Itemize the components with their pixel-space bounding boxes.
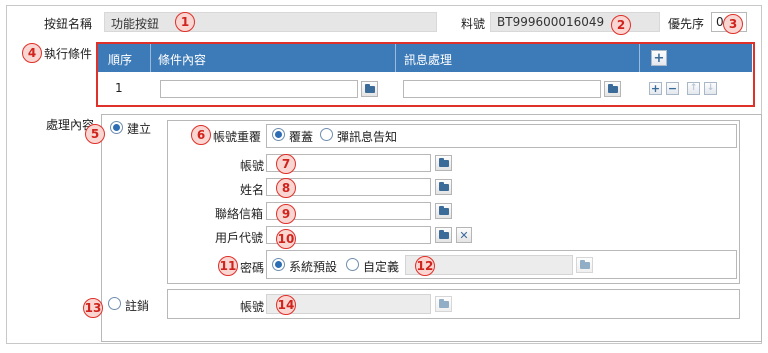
part-no-field: BT999600016049 xyxy=(490,12,660,32)
col-seq: 順序 xyxy=(108,53,133,67)
button-name-field: 功能按鈕 xyxy=(104,12,437,32)
folder-icon xyxy=(438,181,449,191)
callout-11: 11 xyxy=(218,256,238,276)
overwrite-radio[interactable] xyxy=(272,128,285,141)
create-label: 建立 xyxy=(127,122,152,136)
cancel-account-label: 帳號 xyxy=(240,300,265,314)
callout-6: 6 xyxy=(191,125,211,145)
clear-icon[interactable]: ✕ xyxy=(456,227,472,243)
condition-browse-button[interactable] xyxy=(361,81,378,97)
callout-13: 13 xyxy=(83,298,103,318)
account-browse-button[interactable] xyxy=(435,155,452,171)
duplicate-label: 帳號重覆 xyxy=(213,130,262,144)
grid-header: 順序 條件內容 訊息處理 + xyxy=(98,44,752,72)
col-message: 訊息處理 xyxy=(404,53,453,67)
priority-label: 優先序 xyxy=(668,17,705,31)
conditions-label: 執行條件 xyxy=(44,47,93,61)
system-default-label: 系統預設 xyxy=(289,260,338,274)
cancel-account-browse-button[interactable] xyxy=(435,296,452,312)
folder-icon xyxy=(438,205,449,215)
callout-2: 2 xyxy=(611,15,631,35)
row-add-icon[interactable]: + xyxy=(649,82,662,95)
part-no-label: 料號 xyxy=(461,17,486,31)
col-divider xyxy=(150,44,151,72)
callout-4: 4 xyxy=(22,43,42,63)
name-label: 姓名 xyxy=(240,183,265,197)
move-down-icon[interactable]: ↓ xyxy=(704,82,717,95)
user-code-label: 用戶代號 xyxy=(215,231,264,245)
account-label: 帳號 xyxy=(240,159,265,173)
folder-icon xyxy=(438,229,449,239)
password-browse-button[interactable] xyxy=(576,257,593,273)
callout-8: 8 xyxy=(276,178,296,198)
system-default-radio[interactable] xyxy=(272,258,285,271)
row-seq: 1 xyxy=(115,81,123,95)
row-remove-icon[interactable]: − xyxy=(666,82,679,95)
cancel-radio[interactable] xyxy=(108,297,121,310)
col-divider xyxy=(639,44,640,72)
col-divider xyxy=(395,44,396,72)
user-code-browse-button[interactable] xyxy=(435,227,452,243)
name-browse-button[interactable] xyxy=(435,179,452,195)
col-content: 條件內容 xyxy=(158,53,207,67)
notify-radio[interactable] xyxy=(320,128,333,141)
custom-label: 自定義 xyxy=(363,260,400,274)
folder-icon xyxy=(607,83,618,93)
folder-icon xyxy=(438,157,449,167)
cancel-label: 註銷 xyxy=(125,299,150,313)
callout-12: 12 xyxy=(415,256,435,276)
conditions-grid: 順序 條件內容 訊息處理 + 1 + − ↑ ↓ xyxy=(96,42,755,107)
message-input[interactable] xyxy=(403,80,601,98)
custom-radio[interactable] xyxy=(346,258,359,271)
callout-7: 7 xyxy=(276,154,296,174)
overwrite-label: 覆蓋 xyxy=(289,130,314,144)
move-up-icon[interactable]: ↑ xyxy=(687,82,700,95)
callout-1: 1 xyxy=(175,12,195,32)
message-browse-button[interactable] xyxy=(604,81,621,97)
add-row-icon[interactable]: + xyxy=(651,50,667,66)
callout-3: 3 xyxy=(723,14,743,34)
password-label: 密碼 xyxy=(240,261,265,275)
folder-icon xyxy=(438,298,449,308)
callout-10: 10 xyxy=(276,229,296,249)
email-label: 聯絡信箱 xyxy=(215,207,264,221)
create-radio[interactable] xyxy=(110,121,123,134)
button-name-label: 按鈕名稱 xyxy=(44,17,93,31)
notify-label: 彈訊息告知 xyxy=(337,130,398,144)
folder-icon xyxy=(364,83,375,93)
callout-9: 9 xyxy=(276,204,296,224)
folder-icon xyxy=(579,259,590,269)
email-browse-button[interactable] xyxy=(435,203,452,219)
condition-content-input[interactable] xyxy=(160,80,358,98)
callout-5: 5 xyxy=(85,124,105,144)
callout-14: 14 xyxy=(276,295,296,315)
